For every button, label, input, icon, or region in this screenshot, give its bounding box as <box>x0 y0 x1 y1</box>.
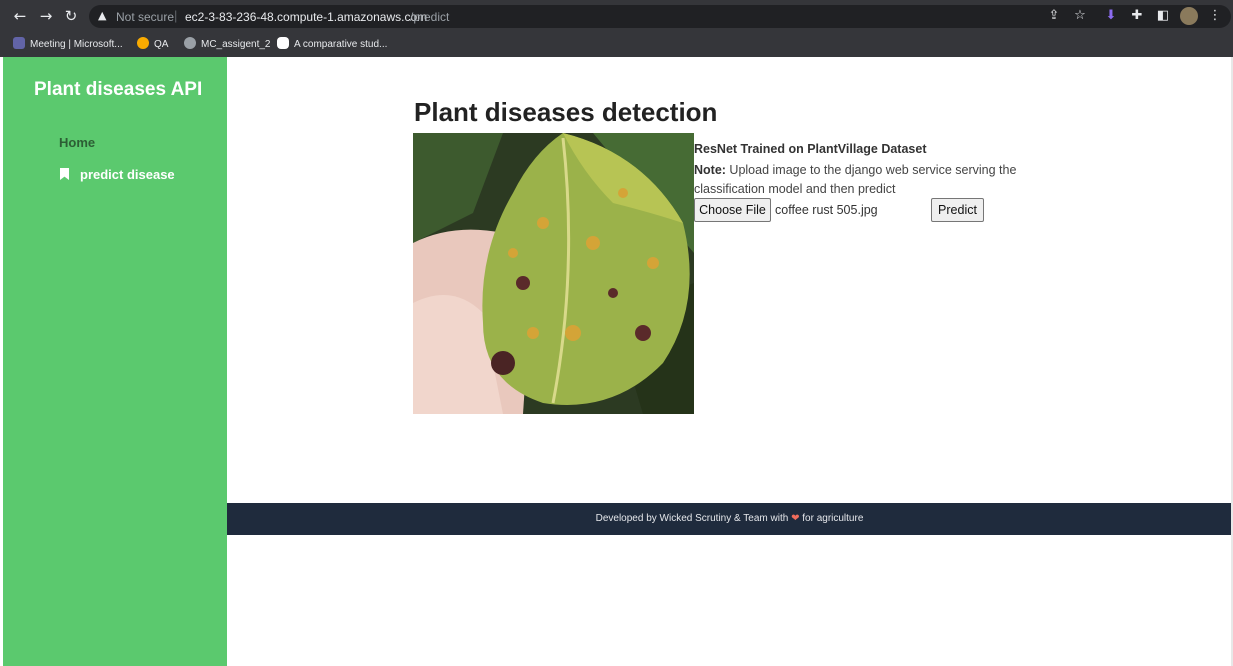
uploaded-leaf-image <box>413 133 694 414</box>
bookmark-label: MC_assigent_2 <box>201 39 271 50</box>
page-title: Plant diseases detection <box>414 97 718 127</box>
bookmark-teams[interactable]: Meeting | Microsoft... <box>13 36 123 54</box>
teams-icon <box>13 37 25 49</box>
back-icon[interactable]: ← <box>10 6 30 26</box>
brand-title[interactable]: Plant diseases API <box>34 79 202 101</box>
bookmark-icon <box>60 168 69 180</box>
profile-avatar[interactable] <box>1180 7 1198 25</box>
warning-icon[interactable]: ▲ <box>98 9 106 22</box>
bookmark-mc-assigent[interactable]: MC_assigent_2 <box>184 36 270 54</box>
bookmark-label: Meeting | Microsoft... <box>30 39 123 50</box>
bookmarks-bar: Meeting | Microsoft... QA MC_assigent_2 … <box>0 33 1233 57</box>
footer-text: Developed by Wicked Scrutiny & Team with… <box>227 503 1232 535</box>
colab-icon <box>137 37 149 49</box>
bookmark-label: QA <box>154 39 169 50</box>
selected-file-name: coffee rust 505.jpg <box>775 203 878 217</box>
predict-button[interactable]: Predict <box>931 198 984 222</box>
extensions-icon[interactable]: ✚ <box>1129 8 1145 24</box>
upload-note: Note: Upload image to the django web ser… <box>694 161 1044 199</box>
footer-text-before: Developed by Wicked Scrutiny & Team with <box>595 513 792 524</box>
browser-toolbar: ← → ↻ ▲ Not secure | ec2-3-83-236-48.com… <box>0 0 1233 33</box>
nav-predict-disease[interactable]: predict disease <box>60 167 175 182</box>
nav-predict-label: predict disease <box>80 167 175 182</box>
choose-file-button[interactable]: Choose File <box>694 198 771 222</box>
bookmark-label: A comparative stud... <box>294 39 388 50</box>
reload-icon[interactable]: ↻ <box>61 6 81 26</box>
url-separator: | <box>174 8 178 23</box>
sidepanel-icon[interactable]: ◧ <box>1155 8 1171 24</box>
star-icon[interactable]: ☆ <box>1072 8 1088 24</box>
menu-icon[interactable]: ⋮ <box>1207 8 1223 24</box>
url-path[interactable]: /predict <box>410 10 449 24</box>
footer: Developed by Wicked Scrutiny & Team with… <box>227 503 1232 535</box>
forward-icon[interactable]: → <box>36 6 56 26</box>
url-host[interactable]: ec2-3-83-236-48.compute-1.amazonaws.com <box>185 10 427 24</box>
model-name: ResNet Trained on PlantVillage Dataset <box>694 142 927 156</box>
download-icon[interactable]: ⬇ <box>1103 8 1119 24</box>
bookmark-qa[interactable]: QA <box>137 36 168 54</box>
nav-home[interactable]: Home <box>59 135 95 150</box>
bookmark-comparative[interactable]: A comparative stud... <box>277 36 387 54</box>
medium-icon <box>277 37 289 49</box>
share-icon[interactable]: ⇪ <box>1046 8 1062 24</box>
footer-text-after: for agriculture <box>799 513 864 524</box>
note-label: Note: <box>694 163 726 177</box>
note-text: Upload image to the django web service s… <box>694 163 1017 196</box>
sidebar <box>3 57 227 666</box>
not-secure-label[interactable]: Not secure <box>116 10 174 24</box>
globe-icon <box>184 37 196 49</box>
